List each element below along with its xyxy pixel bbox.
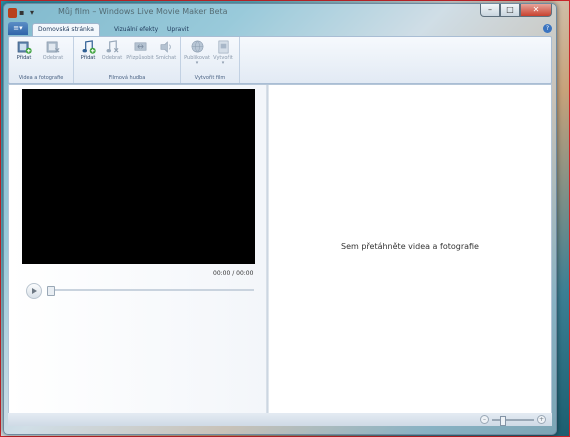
minimize-button[interactable]: – (480, 4, 500, 17)
publish-button[interactable]: Publikovat ▾ (184, 40, 210, 66)
create-film-icon (218, 40, 228, 54)
fit-label: Přizpůsobit (126, 55, 154, 61)
group-label-videos: Videa a fotografie (18, 75, 64, 81)
drop-placeholder: Sem přetáhněte videa a fotografie (341, 242, 479, 251)
create-film-dropdown-icon: ▾ (221, 60, 225, 66)
add-video-label: Přidat (16, 55, 32, 61)
help-icon[interactable]: ? (543, 24, 552, 33)
title-bar[interactable]: ▪ ▾ Můj film – Windows Live Movie Maker … (4, 4, 556, 23)
fit-icon (134, 42, 146, 51)
mix-button[interactable]: Smíchat (155, 40, 177, 61)
remove-video-label: Odebrat (42, 55, 64, 61)
add-video-icon (17, 41, 32, 54)
app-icon[interactable] (8, 8, 17, 18)
close-button[interactable]: ✕ (520, 4, 552, 17)
remove-music-icon (106, 40, 118, 53)
publish-dropdown-icon: ▾ (195, 60, 199, 66)
qat-dropdown-icon[interactable]: ▾ (30, 8, 39, 18)
zoom-slider[interactable] (492, 415, 534, 426)
add-music-label: Přidat (80, 55, 96, 61)
status-bar: – + (8, 413, 552, 426)
app-menu-button[interactable]: ≡▾ (8, 22, 28, 35)
play-button[interactable] (26, 283, 42, 299)
seek-bar[interactable] (47, 286, 254, 296)
remove-music-label: Odebrat (101, 55, 123, 61)
ribbon: Přidat Odebrat Videa a fotografie Přidat… (8, 36, 552, 84)
mix-label: Smíchat (155, 55, 177, 61)
remove-video-icon (46, 41, 59, 53)
window-title: Můj film – Windows Live Movie Maker Beta (58, 7, 228, 16)
remove-video-button[interactable]: Odebrat (42, 40, 64, 61)
tab-visual-effects[interactable]: Vizuální efekty (109, 24, 163, 36)
window-controls: – □ ✕ (480, 4, 552, 17)
zoom-out-button[interactable]: – (480, 415, 489, 424)
zoom-control: – + (480, 415, 546, 426)
remove-music-button[interactable]: Odebrat (101, 40, 123, 61)
save-icon[interactable]: ▪ (19, 8, 28, 18)
mix-icon (160, 41, 171, 53)
zoom-slider-thumb[interactable] (500, 415, 506, 426)
time-display: 00:00 / 00:00 (213, 270, 254, 277)
fit-button[interactable]: Přizpůsobit (126, 40, 154, 61)
publish-globe-icon (191, 40, 203, 53)
tab-edit[interactable]: Upravit (162, 24, 194, 36)
tab-home[interactable]: Domovská stránka (32, 23, 100, 36)
group-videos-photos: Přidat Odebrat Videa a fotografie (9, 37, 74, 83)
main-content: 00:00 / 00:00 Sem přetáhněte videa a fot… (8, 84, 552, 414)
preview-pane: 00:00 / 00:00 (9, 85, 266, 413)
add-music-button[interactable]: Přidat (77, 40, 99, 61)
add-video-button[interactable]: Přidat (13, 40, 35, 61)
group-film-music: Přidat Odebrat Přizpůsobit Smíchat Filmo… (74, 37, 181, 83)
group-label-music: Filmová hudba (108, 75, 146, 81)
video-preview[interactable] (22, 89, 255, 264)
storyboard-pane[interactable]: Sem přetáhněte videa a fotografie (269, 85, 551, 413)
maximize-button[interactable]: □ (500, 4, 520, 17)
quick-access-toolbar: ▪ ▾ (8, 8, 39, 18)
seek-thumb[interactable] (47, 286, 55, 296)
group-create-film: Publikovat ▾ Vytvořit ▾ Vytvořit film (181, 37, 240, 83)
movie-maker-window: ▪ ▾ Můj film – Windows Live Movie Maker … (3, 3, 557, 435)
create-film-button[interactable]: Vytvořit ▾ (211, 40, 235, 66)
zoom-in-button[interactable]: + (537, 415, 546, 424)
group-label-create: Vytvořit film (194, 75, 226, 81)
ribbon-tabs: ≡▾ Domovská stránka Vizuální efekty Upra… (8, 22, 552, 36)
add-music-icon (82, 40, 96, 54)
